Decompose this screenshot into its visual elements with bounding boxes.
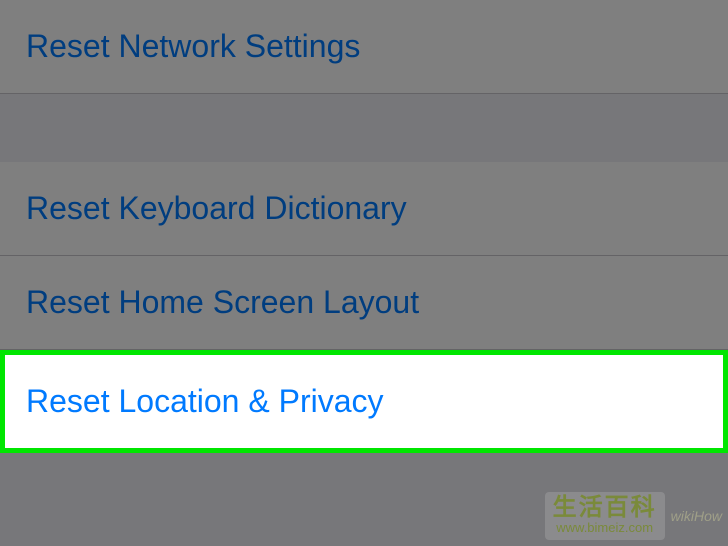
watermark: 生活百科 www.bimeiz.com wikiHow	[545, 492, 722, 540]
settings-item-label: Reset Network Settings	[26, 28, 360, 64]
settings-item-label: Reset Location & Privacy	[26, 383, 384, 419]
watermark-url-text: www.bimeiz.com	[556, 520, 653, 536]
reset-keyboard-dictionary-item[interactable]: Reset Keyboard Dictionary	[0, 162, 728, 256]
section-gap	[0, 94, 728, 162]
settings-item-label: Reset Keyboard Dictionary	[26, 190, 407, 226]
reset-location-privacy-item[interactable]: Reset Location & Privacy	[0, 350, 728, 453]
reset-network-settings-item[interactable]: Reset Network Settings	[0, 0, 728, 94]
watermark-source: wikiHow	[671, 508, 722, 524]
settings-list: Reset Network Settings Reset Keyboard Di…	[0, 0, 728, 350]
reset-home-screen-layout-item[interactable]: Reset Home Screen Layout	[0, 256, 728, 350]
watermark-badge: 生活百科 www.bimeiz.com	[545, 492, 665, 540]
watermark-chinese-text: 生活百科	[553, 496, 657, 520]
settings-item-label: Reset Home Screen Layout	[26, 284, 419, 320]
